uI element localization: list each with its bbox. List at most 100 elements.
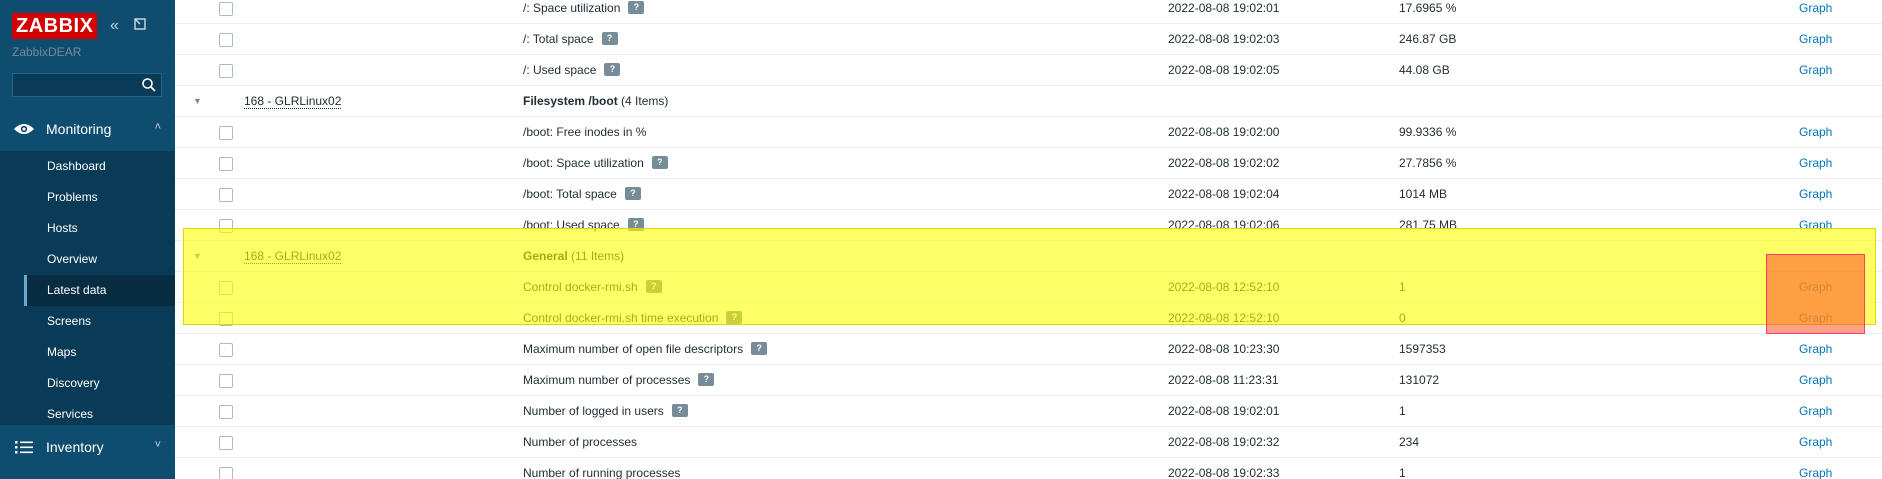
- row-checkbox[interactable]: [219, 405, 233, 419]
- chevron-down-icon: ˅: [154, 439, 161, 451]
- graph-link[interactable]: Graph: [1799, 179, 1832, 210]
- row-checkbox[interactable]: [219, 467, 233, 479]
- help-icon[interactable]: ?: [628, 1, 645, 14]
- collapse-toggle-icon[interactable]: ▼: [193, 86, 202, 117]
- collapse-sidebar-icon[interactable]: «: [105, 17, 123, 35]
- sidebar-item-overview[interactable]: Overview: [24, 244, 175, 275]
- last-value: 1597353: [1399, 342, 1446, 356]
- graph-link[interactable]: Graph: [1799, 210, 1832, 241]
- menu-inventory[interactable]: Inventory ˅: [0, 425, 175, 469]
- row-checkbox[interactable]: [219, 436, 233, 450]
- help-icon[interactable]: ?: [604, 63, 621, 76]
- item-name-text: Control docker-rmi.sh time execution: [523, 311, 719, 325]
- sidebar-item-problems[interactable]: Problems: [24, 182, 175, 213]
- item-name: Maximum number of processes?: [523, 365, 715, 396]
- help-icon[interactable]: ?: [726, 311, 743, 324]
- row-checkbox[interactable]: [219, 219, 233, 233]
- table-row: /: Total space? 2022-08-08 19:02:03 246.87…: [175, 24, 1882, 55]
- group-row: ▼ 168 - GLRLinux02 General (11 Items): [175, 241, 1882, 272]
- last-value: 246.87 GB: [1399, 32, 1457, 46]
- row-checkbox[interactable]: [219, 157, 233, 171]
- logo-row: ZABBIX «: [12, 13, 149, 39]
- graph-link[interactable]: Graph: [1799, 148, 1832, 179]
- help-icon[interactable]: ?: [671, 404, 688, 417]
- sidebar-item-maps[interactable]: Maps: [24, 337, 175, 368]
- zabbix-logo[interactable]: ZABBIX: [12, 13, 98, 39]
- row-checkbox[interactable]: [219, 281, 233, 295]
- graph-link[interactable]: Graph: [1799, 303, 1832, 334]
- graph-link[interactable]: Graph: [1799, 24, 1832, 55]
- item-name: Control docker-rmi.sh time execution?: [523, 303, 743, 334]
- row-checkbox[interactable]: [219, 188, 233, 202]
- sidebar-item-screens[interactable]: Screens: [24, 306, 175, 337]
- sidebar: ZABBIX « ZabbixDEAR Monitoring ˄ Dashboa…: [0, 0, 175, 479]
- table-row: /boot: Total space? 2022-08-08 19:02:04 10…: [175, 179, 1882, 210]
- help-icon[interactable]: ?: [624, 187, 641, 200]
- list-icon: [12, 435, 36, 459]
- host-link[interactable]: 168 - GLRLinux02: [244, 94, 342, 109]
- last-check-time: 2022-08-08 19:02:04: [1168, 187, 1280, 201]
- row-checkbox[interactable]: [219, 33, 233, 47]
- help-icon[interactable]: ?: [698, 373, 715, 386]
- item-name: Number of processes: [523, 427, 637, 458]
- table-row: /boot: Space utilization? 2022-08-08 19:0…: [175, 148, 1882, 179]
- last-check-time: 2022-08-08 19:02:01: [1168, 404, 1280, 418]
- last-check-time: 2022-08-08 19:02:02: [1168, 156, 1280, 170]
- item-name: Number of logged in users?: [523, 396, 688, 427]
- sidebar-item-latest-data[interactable]: Latest data: [24, 275, 175, 306]
- table-row: Maximum number of processes? 2022-08-08 1…: [175, 365, 1882, 396]
- graph-link[interactable]: Graph: [1799, 272, 1832, 303]
- last-value: 281.75 MB: [1399, 218, 1458, 232]
- kiosk-mode-icon[interactable]: [131, 17, 149, 35]
- last-check-time: 2022-08-08 10:23:30: [1168, 342, 1280, 356]
- search-input[interactable]: [13, 74, 133, 96]
- group-row: ▼ 168 - GLRLinux02 Filesystem /boot (4 Ite…: [175, 86, 1882, 117]
- graph-link[interactable]: Graph: [1799, 117, 1832, 148]
- row-checkbox[interactable]: [219, 343, 233, 357]
- last-check-time: 2022-08-08 19:02:33: [1168, 466, 1280, 479]
- row-checkbox[interactable]: [219, 312, 233, 326]
- menu-monitoring-label: Monitoring: [46, 121, 112, 137]
- help-icon[interactable]: ?: [601, 32, 618, 45]
- help-icon[interactable]: ?: [751, 342, 768, 355]
- server-name: ZabbixDEAR: [12, 45, 82, 59]
- help-icon[interactable]: ?: [645, 280, 662, 293]
- table-row: /boot: Free inodes in % 2022-08-08 19:02:…: [175, 117, 1882, 148]
- item-name: /boot: Total space?: [523, 179, 641, 210]
- graph-link[interactable]: Graph: [1799, 0, 1832, 24]
- graph-link[interactable]: Graph: [1799, 396, 1832, 427]
- item-name-text: /: Used space: [523, 63, 597, 77]
- last-check-time: 2022-08-08 19:02:06: [1168, 218, 1280, 232]
- last-check-time: 2022-08-08 19:02:00: [1168, 125, 1280, 139]
- graph-link[interactable]: Graph: [1799, 427, 1832, 458]
- group-name: General (11 Items): [523, 241, 624, 272]
- graph-link[interactable]: Graph: [1799, 55, 1832, 86]
- sidebar-item-hosts[interactable]: Hosts: [24, 213, 175, 244]
- host-link[interactable]: 168 - GLRLinux02: [244, 249, 342, 264]
- help-icon[interactable]: ?: [651, 156, 668, 169]
- graph-link[interactable]: Graph: [1799, 365, 1832, 396]
- item-name-text: Control docker-rmi.sh: [523, 280, 638, 294]
- sidebar-item-dashboard[interactable]: Dashboard: [24, 151, 175, 182]
- row-checkbox[interactable]: [219, 126, 233, 140]
- menu-monitoring[interactable]: Monitoring ˄: [0, 107, 175, 151]
- search-icon[interactable]: [141, 77, 157, 93]
- collapse-toggle-icon[interactable]: ▼: [193, 241, 202, 272]
- search-box[interactable]: [12, 73, 162, 97]
- last-value: 1: [1399, 280, 1406, 294]
- item-name-text: /boot: Space utilization: [523, 156, 644, 170]
- last-value: 1014 MB: [1399, 187, 1448, 201]
- row-checkbox[interactable]: [219, 64, 233, 78]
- table-row: Number of processes 2022-08-08 19:02:32 23…: [175, 427, 1882, 458]
- group-title: Filesystem /boot: [523, 94, 618, 108]
- row-checkbox[interactable]: [219, 2, 233, 16]
- item-name-text: /boot: Used space: [523, 218, 620, 232]
- item-name: /boot: Used space?: [523, 210, 644, 241]
- item-name-text: Maximum number of open file descriptors: [523, 342, 744, 356]
- graph-link[interactable]: Graph: [1799, 334, 1832, 365]
- sidebar-item-discovery[interactable]: Discovery: [24, 368, 175, 399]
- group-name: Filesystem /boot (4 Items): [523, 86, 668, 117]
- row-checkbox[interactable]: [219, 374, 233, 388]
- graph-link[interactable]: Graph: [1799, 458, 1832, 479]
- help-icon[interactable]: ?: [627, 218, 644, 231]
